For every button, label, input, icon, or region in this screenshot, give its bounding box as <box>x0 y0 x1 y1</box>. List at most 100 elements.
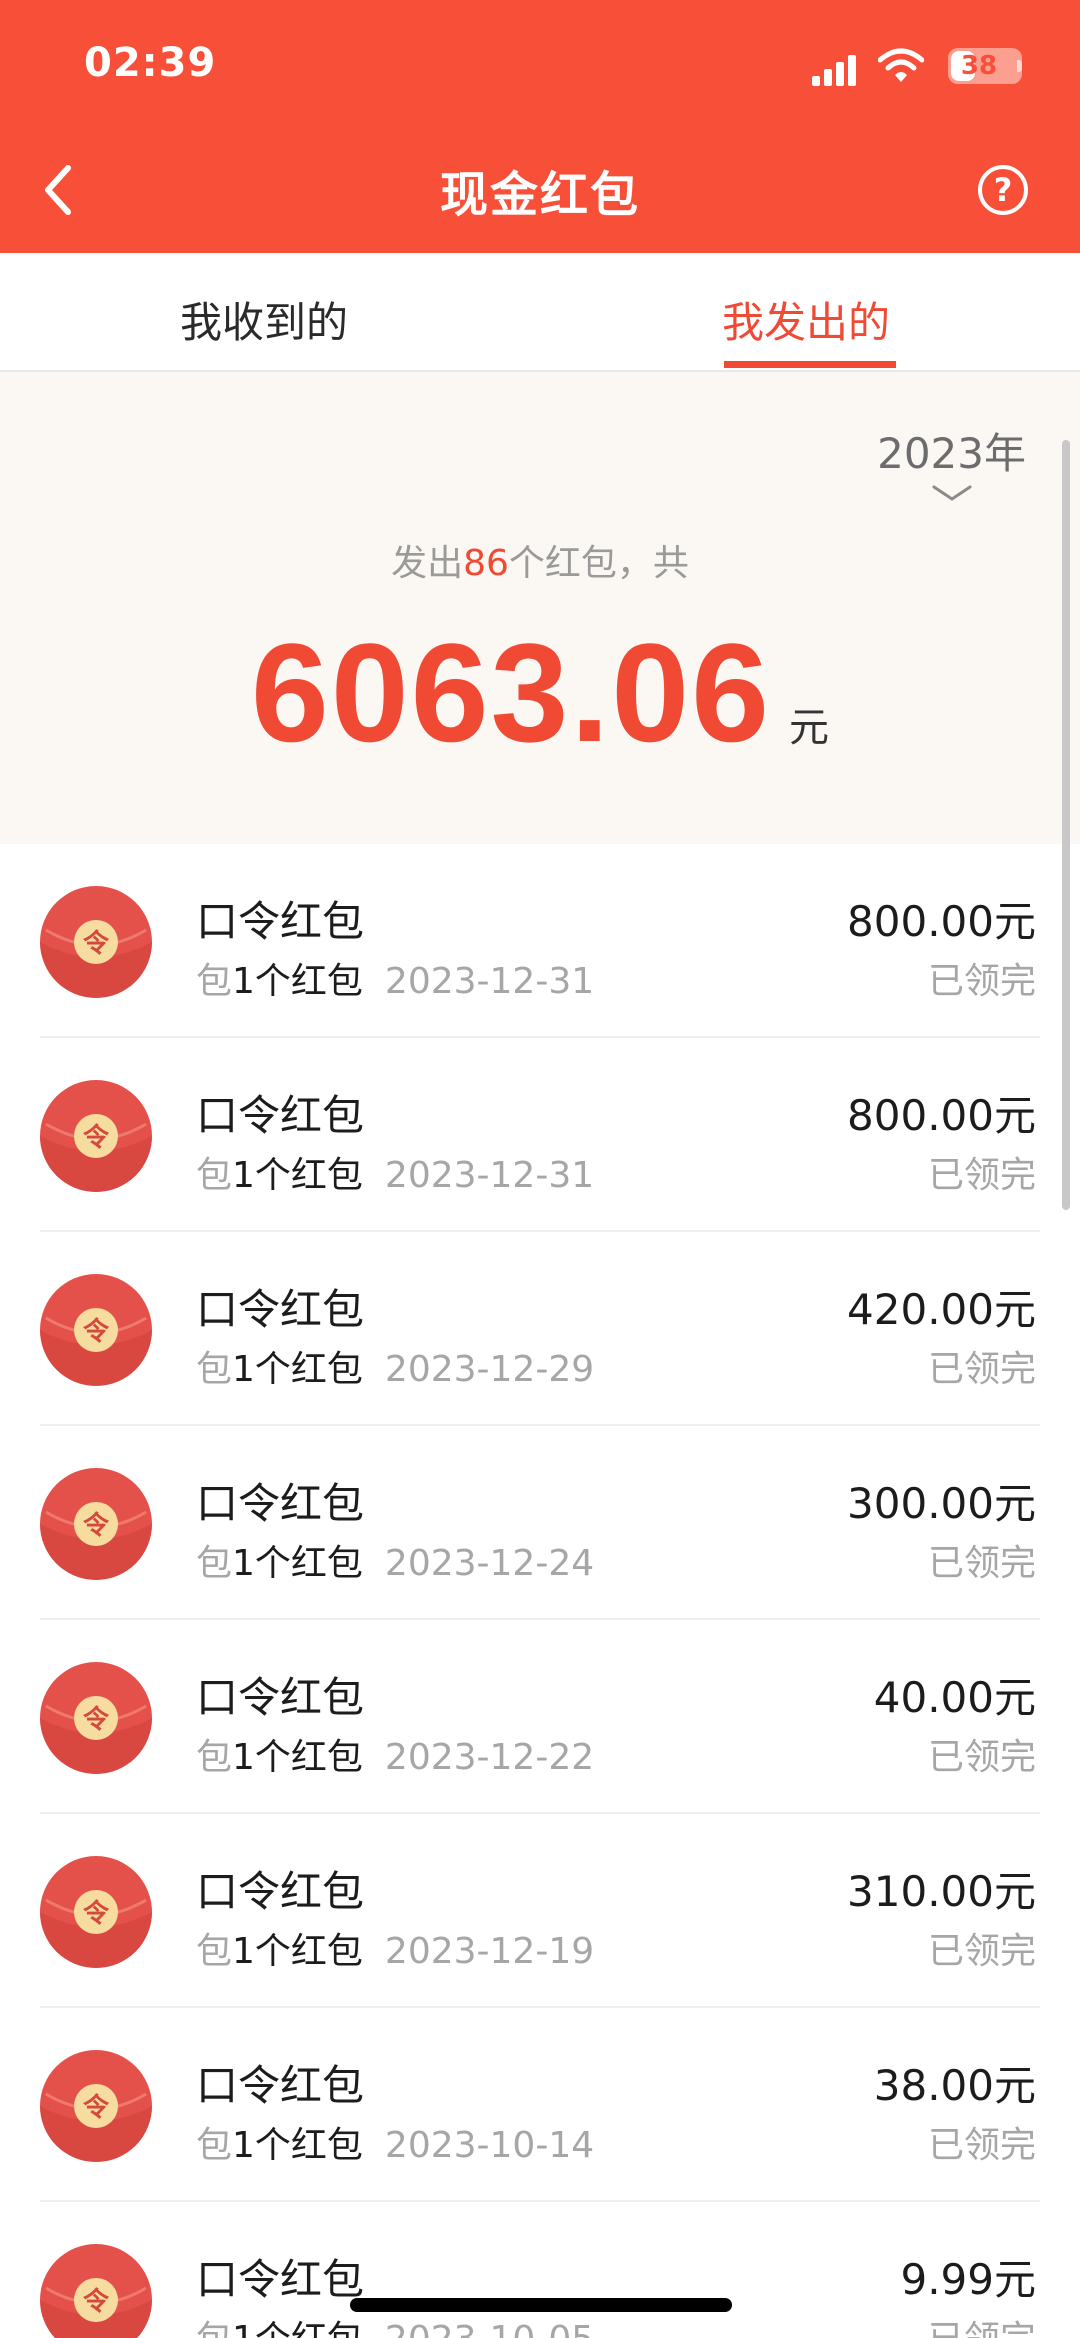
item-amount: 40.00元 <box>873 1673 1036 1722</box>
total-row: 6063.06 元 <box>0 612 1080 774</box>
item-subtitle: 包1个红包 2023-12-22 <box>196 1728 594 1780</box>
scrollbar[interactable] <box>1062 440 1070 1210</box>
battery-icon: 38 <box>948 48 1022 84</box>
summary-panel: 2023年 发出86个红包，共 6063.06 元 <box>0 372 1080 844</box>
chevron-down-icon <box>932 485 972 501</box>
item-amount: 310.00元 <box>847 1867 1036 1916</box>
item-subtitle: 包1个红包 2023-12-19 <box>196 1922 594 1974</box>
item-status: 已领完 <box>927 1349 1036 1390</box>
item-title: 口令红包 <box>196 1285 365 1334</box>
item-amount: 800.00元 <box>847 1091 1036 1140</box>
item-count: 1个红包 <box>232 1543 363 1584</box>
item-status: 已领完 <box>927 1737 1036 1778</box>
year-selector[interactable]: 2023年 <box>877 420 1026 503</box>
active-tab-indicator <box>724 361 896 368</box>
year-label: 2023年 <box>877 429 1026 478</box>
item-date: 2023-12-24 <box>384 1543 595 1584</box>
list-item[interactable]: 令 口令红包包1个红包 2023-12-31 800.00元已领完 <box>0 1038 1080 1232</box>
total-amount: 6063.06 <box>250 614 772 771</box>
list-item[interactable]: 令 口令红包包1个红包 2023-10-14 38.00元已领完 <box>0 2008 1080 2202</box>
item-subtitle: 包1个红包 2023-10-05 <box>196 2310 594 2338</box>
item-status: 已领完 <box>927 1155 1036 1196</box>
item-sub-prefix: 包 <box>196 961 233 1002</box>
list-item[interactable]: 令 口令红包包1个红包 2023-12-24 300.00元已领完 <box>0 1426 1080 1620</box>
item-title: 口令红包 <box>196 897 365 946</box>
item-amount: 38.00元 <box>873 2061 1036 2110</box>
list-item[interactable]: 令 口令红包 包1个红包 2023-12-19 310.00元 已领完 <box>0 1814 1080 2008</box>
tab-sent[interactable]: 我发出的 <box>722 289 890 350</box>
item-count: 1个红包 <box>232 1155 363 1196</box>
battery-level: 38 <box>960 51 998 81</box>
item-sub-prefix: 包 <box>196 1737 233 1778</box>
sent-summary: 发出86个红包，共 <box>0 534 1080 586</box>
item-date: 2023-10-14 <box>384 2125 595 2166</box>
item-status: 已领完 <box>927 1543 1036 1584</box>
sent-suffix: 个红包，共 <box>508 543 689 584</box>
red-packet-icon: 令 <box>40 2050 152 2162</box>
svg-text:令: 令 <box>83 928 110 959</box>
item-status: 已领完 <box>927 961 1036 1002</box>
item-date: 2023-12-31 <box>384 1155 595 1196</box>
item-sub-prefix: 包 <box>196 1543 233 1584</box>
item-title: 口令红包 <box>196 1673 365 1722</box>
item-count: 1个红包 <box>232 1931 363 1972</box>
item-count: 1个红包 <box>232 1349 363 1390</box>
red-packet-list: 令口令红包 包1个红包 2023-12-31 800.00元 已领完令口令红包 包1个红包… <box>0 844 1080 2338</box>
list-item[interactable]: 令 口令红包包1个红包 2023-10-05 9.99元已领完 <box>0 2202 1080 2338</box>
item-status: 已领完 <box>928 2310 1036 2338</box>
item-date: 2023-12-31 <box>384 961 595 1002</box>
item-title: 口令红包 <box>196 1479 365 1528</box>
page-title: 现金红包 <box>439 167 640 223</box>
sent-prefix: 发出 <box>391 543 464 584</box>
item-date: 2023-10-05 <box>385 2319 594 2338</box>
item-status: 已领完 <box>927 1931 1036 1972</box>
svg-text:令: 令 <box>83 1316 110 1347</box>
home-indicator[interactable] <box>350 2298 732 2312</box>
svg-text:令: 令 <box>83 1898 110 1929</box>
svg-text:令: 令 <box>83 1122 110 1153</box>
app-root: 02:39 38 现金红包 ? 我收到的 我发出的 2023年 发出86个红包，… <box>0 0 1080 2338</box>
item-subtitle: 包1个红包 2023-12-31 <box>196 1146 594 1198</box>
item-count: 1个红包 <box>232 2319 363 2338</box>
svg-text:令: 令 <box>83 1510 110 1541</box>
item-count: 1个红包 <box>232 2125 363 2166</box>
list-item[interactable]: 令 口令红包包1个红包 2023-12-22 40.00元已领完 <box>0 1620 1080 1814</box>
wifi-icon <box>878 48 924 82</box>
item-title: 口令红包 <box>196 1091 365 1140</box>
red-packet-icon: 令 <box>40 1274 152 1386</box>
svg-text:令: 令 <box>83 1704 110 1735</box>
status-time: 02:39 <box>84 40 217 86</box>
item-count: 1个红包 <box>232 961 363 1002</box>
item-count: 1个红包 <box>232 1737 363 1778</box>
svg-text:令: 令 <box>83 2286 110 2317</box>
item-status: 已领完 <box>927 2125 1036 2166</box>
item-subtitle: 包1个红包 2023-12-31 <box>196 952 594 1004</box>
red-packet-icon: 令 <box>40 1080 152 1192</box>
item-date: 2023-12-29 <box>384 1349 595 1390</box>
item-date: 2023-12-22 <box>384 1737 595 1778</box>
list-item[interactable]: 令 口令红包包1个红包 2023-12-31 800.00元已领完 <box>0 844 1080 1038</box>
item-title: 口令红包 <box>196 2061 365 2110</box>
item-sub-prefix: 包 <box>196 2319 232 2338</box>
item-amount: 300.00元 <box>847 1479 1036 1528</box>
help-button[interactable]: ? <box>978 165 1028 215</box>
list-item[interactable]: 令 口令红包 包1个红包 2023-12-29 420.00元 已领完 <box>0 1232 1080 1426</box>
item-amount: 9.99元 <box>900 2255 1036 2304</box>
header: 02:39 38 现金红包 ? <box>0 0 1080 253</box>
red-packet-icon: 令 <box>40 1468 152 1580</box>
red-packet-icon: 令 <box>40 2244 152 2338</box>
item-amount: 420.00元 <box>847 1285 1036 1334</box>
tab-received[interactable]: 我收到的 <box>180 289 348 350</box>
status-icons: 38 <box>788 46 1028 88</box>
item-sub-prefix: 包 <box>196 1155 233 1196</box>
cellular-signal-icon <box>812 54 858 86</box>
item-subtitle: 包1个红包 2023-12-24 <box>196 1534 594 1586</box>
item-date: 2023-12-19 <box>384 1931 595 1972</box>
total-unit: 元 <box>789 705 830 751</box>
item-subtitle: 包1个红包 2023-12-29 <box>196 1340 594 1392</box>
item-title: 口令红包 <box>196 1867 365 1916</box>
item-title: 口令红包 <box>196 2255 365 2304</box>
red-packet-icon: 令 <box>40 1662 152 1774</box>
item-amount: 800.00元 <box>847 897 1036 946</box>
item-sub-prefix: 包 <box>196 2125 233 2166</box>
